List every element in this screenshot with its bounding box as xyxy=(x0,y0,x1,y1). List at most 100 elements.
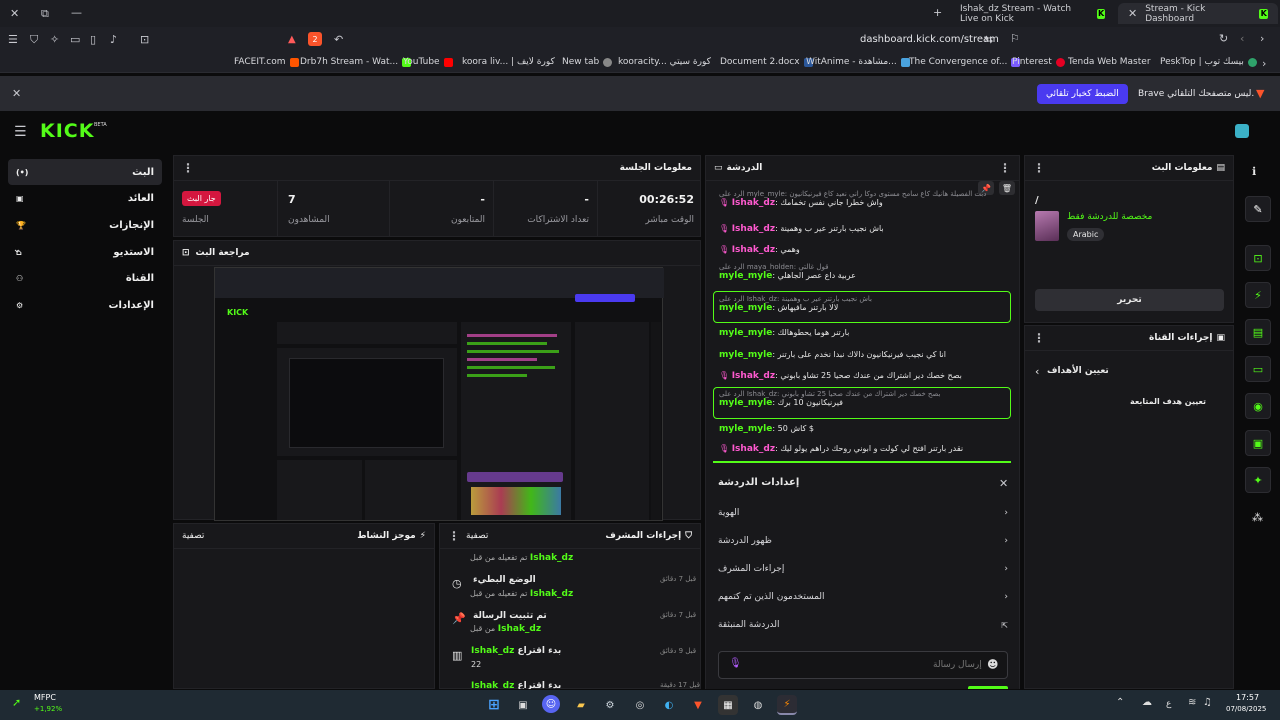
nav-stream[interactable]: (•) البث xyxy=(8,159,162,185)
chevron-left-icon[interactable]: ‹ xyxy=(1035,365,1039,378)
tray-chevron-icon[interactable]: ⌃ xyxy=(1116,697,1124,708)
file-explorer-icon[interactable]: ▰ xyxy=(571,695,591,715)
kebab-icon[interactable]: ⋮ xyxy=(1033,161,1045,175)
restore-icon[interactable]: ⧉ xyxy=(41,7,49,21)
minimize-icon[interactable]: — xyxy=(71,6,82,19)
sidebar-icon[interactable]: ▯ xyxy=(90,33,96,46)
task-view-icon[interactable]: ▣ xyxy=(513,695,533,715)
chat-message[interactable]: الرد على maya_holden: قول غالتي myle_myl… xyxy=(719,263,856,281)
bookmark-pesktop[interactable]: PeskTop | بيسك توب xyxy=(1160,57,1257,67)
setting-mod-actions[interactable]: إجراءات المشرف › xyxy=(718,561,1008,577)
cloud-icon[interactable]: ☁ xyxy=(1142,697,1152,708)
chat-message[interactable]: 🎙 Ishak_dz: باش نجيب بارتنر عير ب وهمينة xyxy=(719,224,884,234)
goals-heading[interactable]: تعيين الأهداف xyxy=(1047,366,1109,376)
chat-message[interactable]: الرد على Ishak_dz: باش نجيب بارتنر عير ب… xyxy=(719,295,872,313)
chat-message[interactable]: 🎙 Ishak_dz: بصح خصك دير اشتراك من عندك ص… xyxy=(719,371,962,381)
chat-message[interactable]: myle_myle: انا كي نجيب فيرنيكانيون دالاك… xyxy=(719,350,946,360)
active-app-icon[interactable]: ⚡ xyxy=(777,695,797,715)
new-tab-icon[interactable]: + xyxy=(933,6,942,19)
document-icon[interactable]: ▤ xyxy=(1245,319,1271,345)
info-icon[interactable]: ℹ xyxy=(1252,165,1256,178)
follow-goal-item[interactable]: تعيين هدف المتابعة xyxy=(1130,397,1206,406)
layout-icon[interactable]: ▣ xyxy=(1245,430,1271,456)
setting-popout-chat[interactable]: الدردشة المنبثقة ⇱ xyxy=(718,617,1008,633)
close-tab-icon[interactable]: ✕ xyxy=(1128,7,1137,20)
kebab-icon[interactable]: ⋮ xyxy=(448,529,460,543)
send-button[interactable] xyxy=(968,686,1008,689)
avatar[interactable] xyxy=(1235,124,1249,138)
message-icon[interactable]: ▭ xyxy=(1245,356,1271,382)
kebab-icon[interactable]: ⋮ xyxy=(999,161,1011,175)
bookmark-faceit[interactable]: FACEIT.com xyxy=(234,57,299,67)
emoji-icon[interactable]: ☻ xyxy=(987,658,998,671)
reload-icon[interactable]: ↻ xyxy=(1219,32,1228,45)
windows-start-icon[interactable]: ⊞ xyxy=(484,695,504,715)
nav-settings[interactable]: ⚙ الإعدادات xyxy=(8,292,162,318)
edit-pencil-icon[interactable]: ✎ xyxy=(1245,196,1271,222)
category-thumbnail[interactable] xyxy=(1035,211,1059,241)
bookmark-tenda[interactable]: Tenda Web Master xyxy=(1068,57,1151,67)
more-bookmarks-icon[interactable]: › xyxy=(1262,57,1266,70)
kick-logo[interactable]: KICK xyxy=(40,120,94,142)
brave-shield-icon[interactable]: 2 xyxy=(308,32,322,46)
bookmark-koora-live[interactable]: koora liv... | كورة لايف xyxy=(462,57,555,67)
steam-icon[interactable]: ⚙ xyxy=(600,695,620,715)
bookmark-drb7h[interactable]: Drb7h Stream - Wat... xyxy=(300,57,412,67)
setting-identity[interactable]: الهوية › xyxy=(718,505,1008,521)
chat-message[interactable]: myle_myle: بارتنر هوما يحطوهالك xyxy=(719,328,849,338)
bookmark-youtube[interactable]: YouTube xyxy=(403,57,453,67)
chrome-icon[interactable]: ◍ xyxy=(748,695,768,715)
app-icon[interactable]: ▦ xyxy=(718,695,738,715)
edit-button[interactable]: تحرير xyxy=(1035,289,1224,311)
kebab-icon[interactable]: ⋮ xyxy=(182,161,194,175)
keyboard-lang[interactable]: ع xyxy=(1166,699,1171,709)
bookmark-document[interactable]: Document 2.docx xyxy=(720,57,813,67)
clock-time[interactable]: 17:57 xyxy=(1236,693,1259,702)
delete-message-icon[interactable]: 🗑 xyxy=(999,181,1015,195)
broadcast-icon[interactable]: ◉ xyxy=(1245,393,1271,419)
wallet-icon[interactable]: ▭ xyxy=(70,33,80,46)
tab-ishak-stream[interactable]: Ishak_dz Stream - Watch Live on Kick K xyxy=(950,3,1115,24)
bookmark-kooracity[interactable]: kooracity... كورة سيتي xyxy=(618,57,711,67)
music-icon[interactable]: ♪ xyxy=(110,33,117,46)
set-default-button[interactable]: الضبط كخيار تلقائي xyxy=(1037,84,1128,104)
chat-message[interactable]: الرد على myle_myle: دبت الفصيلة هانيك كا… xyxy=(719,190,986,208)
bookmark-icon[interactable]: ⚐ xyxy=(1010,32,1020,45)
obs-icon[interactable]: ◎ xyxy=(630,695,650,715)
volume-icon[interactable]: ♫ xyxy=(1203,697,1212,708)
bookmark-new-tab[interactable]: New tab xyxy=(562,57,613,67)
stream-preview-video[interactable]: KICK xyxy=(214,267,664,521)
mod-filter-button[interactable]: تصفية xyxy=(466,531,488,541)
share-icon[interactable]: ⇆ xyxy=(984,33,993,46)
menu-icon[interactable]: ☰ xyxy=(8,33,18,46)
chevron-right-icon[interactable]: › xyxy=(1260,32,1264,45)
bookmark-witanime[interactable]: WitAnime - مشاهدة... xyxy=(806,57,910,67)
brave-icon[interactable]: ▼ xyxy=(688,695,708,715)
category-name[interactable]: مخصصة للدردشة فقط xyxy=(1067,212,1152,222)
widgets-icon[interactable]: ⁂ xyxy=(1252,511,1263,524)
setting-chat-appearance[interactable]: ظهور الدردشة › xyxy=(718,533,1008,549)
shield-icon[interactable]: ⛉ xyxy=(30,33,38,47)
nav-channel[interactable]: ⚇ القناة xyxy=(8,265,162,291)
edge-icon[interactable]: ◐ xyxy=(659,695,679,715)
nav-revenue[interactable]: ▣ العائد xyxy=(8,185,162,211)
mic-icon[interactable]: 🎙 xyxy=(729,658,742,669)
url-bar[interactable]: dashboard.kick.com/stream xyxy=(860,34,999,45)
camera-icon[interactable]: ⊡ xyxy=(1245,245,1271,271)
chat-message[interactable]: myle_myle: كاش 50 $ xyxy=(719,424,814,434)
warning-icon[interactable]: ▲ xyxy=(288,34,296,45)
hamburger-menu-icon[interactable]: ☰ xyxy=(14,124,27,140)
stock-name[interactable]: MFPC xyxy=(34,693,56,702)
back-history-icon[interactable]: ↶ xyxy=(334,33,343,46)
screenshot-icon[interactable]: ⊡ xyxy=(140,33,149,46)
tab-kick-dashboard[interactable]: ✕ Stream - Kick Dashboard K xyxy=(1118,3,1278,24)
chat-message[interactable]: 🎙 Ishak_dz: نقدر بارتنر افتح لي كولت و ا… xyxy=(719,444,963,454)
chevron-left-icon[interactable]: ‹ xyxy=(1240,32,1244,45)
activity-filter-button[interactable]: تصفية xyxy=(182,531,204,541)
wrench-icon[interactable]: ✦ xyxy=(1245,467,1271,493)
chat-message[interactable]: 🎙 Ishak_dz: وهمي xyxy=(719,245,800,255)
close-infobar-icon[interactable]: ✕ xyxy=(12,87,21,100)
wifi-icon[interactable]: ≋ xyxy=(1188,697,1196,708)
setting-muted-users[interactable]: المستخدمون الذين تم كتمهم › xyxy=(718,589,1008,605)
bookmark-convergence[interactable]: The Convergence of... xyxy=(909,57,1021,67)
